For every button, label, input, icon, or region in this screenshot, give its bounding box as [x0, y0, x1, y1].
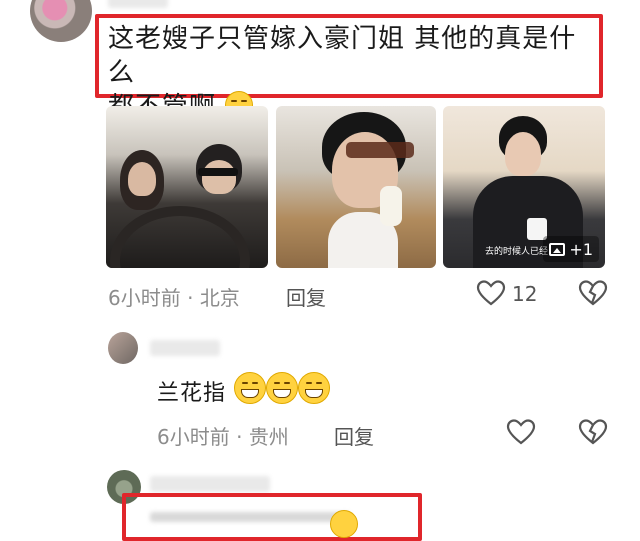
avatar[interactable] — [108, 332, 138, 364]
grinning-face-icon — [266, 372, 299, 404]
broken-heart-icon[interactable] — [578, 279, 608, 307]
comment-text-partial — [150, 512, 350, 522]
more-photos-count: +1 — [569, 239, 593, 259]
more-photos-badge[interactable]: +1 — [543, 236, 599, 262]
reply-comment-text: 兰花指 — [157, 372, 331, 407]
heart-icon[interactable] — [476, 279, 506, 307]
reply-button[interactable]: 回复 — [334, 421, 374, 450]
comment-location: 北京 — [199, 286, 240, 310]
image-icon — [549, 242, 566, 256]
separator-dot: · — [236, 425, 243, 449]
grinning-face-icon — [330, 510, 358, 538]
grinning-face-icon — [234, 372, 267, 404]
comment-text-line1: 这老嫂子只管嫁入豪门姐 其他的真是什么 — [108, 24, 577, 88]
broken-heart-icon[interactable] — [578, 418, 608, 446]
comment-meta: 6小时前 · 贵州 — [157, 421, 289, 450]
separator-dot: · — [187, 286, 194, 310]
comment-meta: 6小时前 · 北京 — [108, 282, 240, 311]
reply-button[interactable]: 回复 — [286, 282, 326, 311]
comment-photo-3[interactable]: 去的时候人已经 +1 — [443, 106, 605, 268]
username-blurred[interactable] — [150, 476, 270, 492]
grinning-face-icon — [298, 372, 331, 404]
comment-time: 6小时前 — [157, 425, 230, 449]
username-blurred[interactable] — [108, 0, 168, 8]
comment-photo-1[interactable] — [106, 106, 268, 268]
heart-icon[interactable] — [506, 418, 536, 446]
comment-photo-2[interactable] — [276, 106, 436, 268]
like-count: 12 — [512, 282, 538, 306]
username-blurred[interactable] — [150, 340, 220, 356]
comment-time: 6小时前 — [108, 286, 181, 310]
photo-caption: 去的时候人已经 — [485, 247, 549, 257]
avatar[interactable] — [30, 0, 92, 42]
comment-location: 贵州 — [248, 425, 289, 449]
reply-comment-text-content: 兰花指 — [157, 381, 227, 406]
